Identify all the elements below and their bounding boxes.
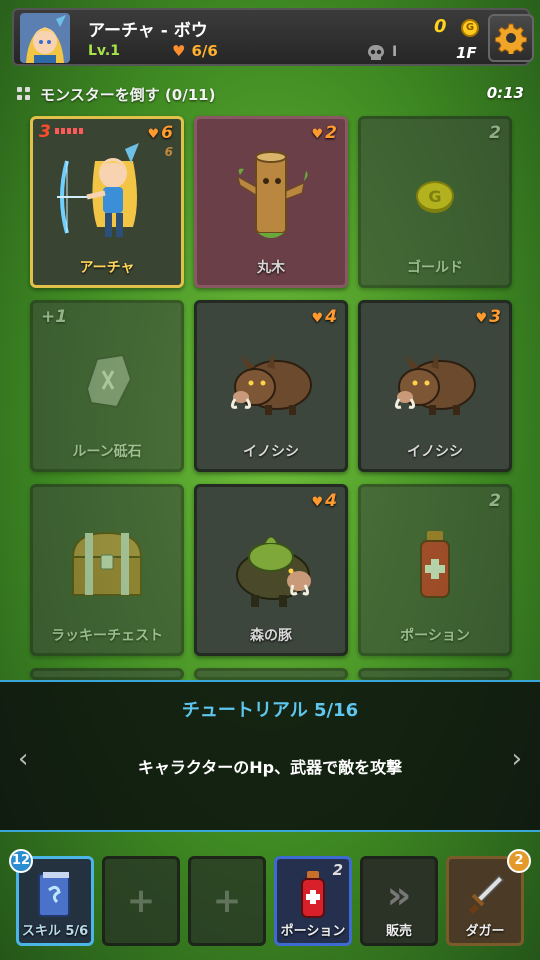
tutorial-next-button[interactable]: ›: [512, 744, 522, 774]
treasure-chest-icon: [33, 509, 181, 621]
hero-level: Lv.1: [88, 43, 120, 59]
card-value: +1: [41, 307, 68, 327]
hero-card-hp: ♥ 6: [147, 123, 174, 143]
potion-slot[interactable]: 2 ポーション: [274, 856, 352, 946]
skill-book-icon: [19, 865, 91, 925]
tutorial-message: キャラクターのHp、武器で敵を攻撃: [137, 758, 403, 777]
boar-icon: [197, 325, 345, 437]
heart-icon: ♥: [311, 495, 324, 510]
card-label: 丸木: [257, 260, 285, 276]
heart-icon: ♥: [311, 127, 324, 142]
hero-name: アーチャ - ボウ: [88, 21, 208, 41]
card-potion[interactable]: 2 ポーション: [358, 484, 512, 656]
card-label: ゴールド: [407, 260, 463, 276]
card-rune-stone[interactable]: +1 ルーン砥石: [30, 300, 184, 472]
potion-icon: [361, 509, 509, 621]
hero-attack: 3: [39, 122, 51, 142]
dagger-slot[interactable]: 2 ダガー: [446, 849, 531, 946]
card-lucky-chest[interactable]: ラッキーチェスト: [30, 484, 184, 656]
card-label: ポーション: [400, 628, 470, 644]
heart-icon: ♥: [147, 127, 160, 142]
timer: 0:13: [486, 84, 524, 102]
empty-slot[interactable]: +: [102, 856, 180, 946]
sell-label: 販売: [385, 924, 412, 939]
archer-hero-icon: [33, 141, 181, 253]
hero-hp: ♥ 6/6: [172, 42, 218, 60]
card-hidden: [358, 668, 512, 680]
sell-slot[interactable]: » 販売: [360, 856, 438, 946]
card-label: イノシシ: [407, 444, 463, 460]
card-hidden: [194, 668, 348, 680]
floor-number: 1F: [456, 44, 477, 62]
card-hp: ♥ 3: [475, 307, 502, 327]
card-label: アーチャ: [79, 260, 135, 276]
gold-count: 0: [434, 16, 447, 37]
potion-label: ポーション: [280, 924, 346, 939]
top-hud: アーチャ - ボウ Lv.1 ♥ 6/6 0 G I 1F: [12, 8, 534, 66]
card-log[interactable]: ♥ 2 丸木: [194, 116, 348, 288]
potion-icon: [277, 865, 349, 925]
heart-icon: ♥: [311, 311, 324, 326]
card-forest-pig[interactable]: ♥ 4 森の豚: [194, 484, 348, 656]
boar-icon: [361, 325, 509, 437]
card-boar[interactable]: ♥ 3 イノシシ: [358, 300, 512, 472]
plus-icon: +: [126, 881, 156, 921]
hero-ammo-pips: [55, 128, 83, 134]
heart-icon: ♥: [475, 311, 488, 326]
empty-slot[interactable]: +: [188, 856, 266, 946]
dagger-label: ダガー: [465, 924, 505, 939]
gold-coin-icon: G: [361, 141, 509, 253]
card-hp: ♥ 4: [311, 491, 338, 511]
skill-label: スキル 5/6: [21, 924, 89, 939]
dagger-icon: [449, 865, 521, 925]
card-boar[interactable]: ♥ 4 イノシシ: [194, 300, 348, 472]
svg-text:G: G: [428, 187, 441, 206]
log-icon: [197, 141, 345, 253]
quest-text: モンスターを倒す (0/11): [40, 85, 216, 104]
card-label: ラッキーチェスト: [51, 628, 163, 644]
card-gold[interactable]: 2 G ゴールド: [358, 116, 512, 288]
sell-arrows-icon: »: [386, 873, 412, 917]
hero-hp-value: 6/6: [191, 42, 218, 60]
skull-icon: [366, 44, 386, 62]
kill-count: I: [392, 44, 398, 60]
tutorial-panel: チュートリアル 5/16 ‹ キャラクターのHp、武器で敵を攻撃 ›: [0, 680, 540, 832]
card-label: ルーン砥石: [72, 444, 142, 460]
settings-button[interactable]: [488, 14, 534, 62]
tutorial-title: チュートリアル 5/16: [181, 700, 359, 721]
card-hero[interactable]: 3 ♥ 6 6 アーチャ: [30, 116, 184, 288]
card-label: 森の豚: [250, 628, 292, 644]
skill-slot[interactable]: 12 スキル 5/6: [9, 849, 94, 946]
forest-pig-icon: [197, 509, 345, 621]
archer-portrait-icon[interactable]: [20, 13, 70, 63]
card-hidden: [30, 668, 184, 680]
gold-coin-icon: G: [461, 19, 479, 37]
card-hp: ♥ 2: [311, 123, 338, 143]
gear-icon: [495, 23, 527, 54]
rune-stone-icon: [33, 325, 181, 437]
heart-icon: ♥: [172, 42, 186, 60]
card-value: 2: [489, 123, 501, 143]
card-value: 2: [489, 491, 501, 511]
card-hp: ♥ 4: [311, 307, 338, 327]
grid-icon: [17, 87, 30, 100]
plus-icon: +: [212, 881, 242, 921]
card-label: イノシシ: [243, 444, 299, 460]
quest-bar: モンスターを倒す (0/11): [16, 83, 215, 105]
